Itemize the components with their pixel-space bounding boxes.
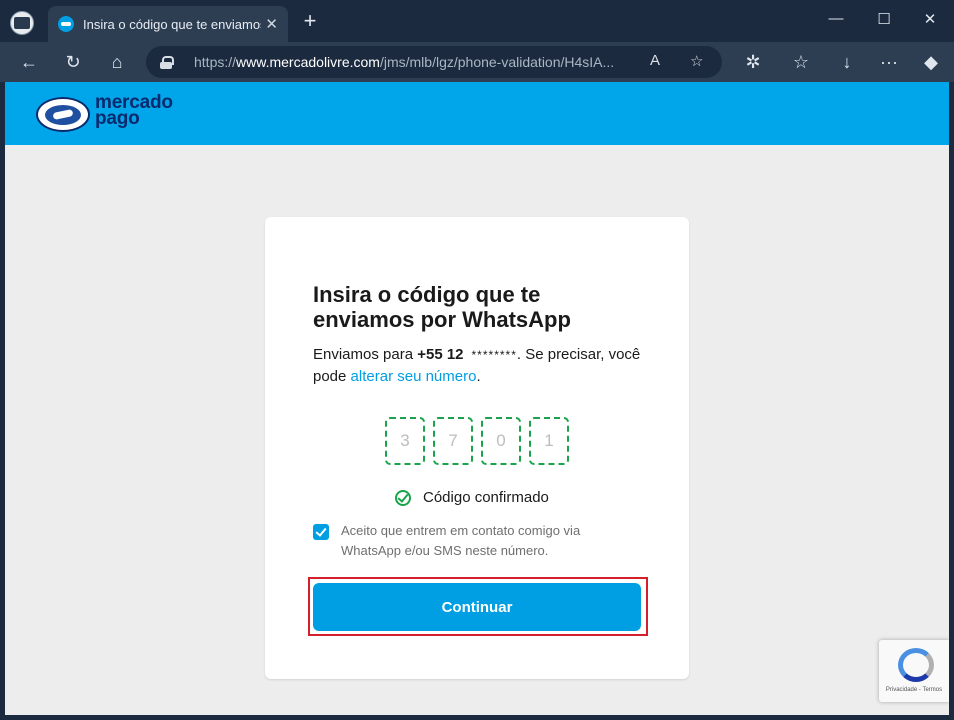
confirmed-text: Código confirmado	[423, 489, 549, 506]
favorites-icon[interactable]: ☆	[788, 50, 814, 74]
phone-mask: ********	[471, 348, 517, 362]
mercadopago-logo-icon[interactable]	[36, 97, 90, 132]
profile-avatar[interactable]	[10, 11, 34, 35]
verification-card: Insira o código que te enviamos por What…	[265, 217, 689, 679]
code-inputs: 3 7 0 1	[385, 417, 569, 465]
consent-row: Aceito que entrem em contato comigo via …	[313, 521, 631, 561]
back-arrow-icon[interactable]: ←	[16, 50, 42, 74]
brand-name[interactable]: mercado pago	[95, 93, 173, 129]
code-digit-3[interactable]: 0	[481, 417, 521, 465]
site-header: mercado pago	[5, 82, 949, 145]
phone-prefix: +55 12	[417, 346, 464, 363]
description: Enviamos para +55 12 ********. Se precisa…	[313, 344, 653, 387]
maximize-icon[interactable]: ☐	[872, 10, 896, 28]
code-digit-2[interactable]: 7	[433, 417, 473, 465]
brand-line-2: pago	[95, 108, 140, 129]
new-tab-icon[interactable]: +	[298, 10, 322, 34]
refresh-icon[interactable]: ↻	[60, 50, 86, 74]
check-circle-icon	[395, 489, 411, 506]
mercadopago-favicon-icon	[58, 16, 74, 32]
home-icon[interactable]: ⌂	[104, 50, 130, 74]
page-viewport: mercado pago Insira o código que te envi…	[5, 82, 949, 715]
read-aloud-icon[interactable]: A	[650, 52, 660, 69]
page-title: Insira o código que te enviamos por What…	[313, 282, 571, 332]
extensions-icon[interactable]: ✲	[740, 50, 766, 74]
handshake-icon	[45, 104, 81, 125]
consent-checkbox[interactable]	[313, 524, 329, 540]
window-bottom-border	[0, 715, 954, 720]
close-window-icon[interactable]: ✕	[918, 10, 942, 28]
code-confirmed-status: Código confirmado	[395, 489, 549, 506]
consent-text: Aceito que entrem em contato comigo via …	[341, 523, 581, 558]
desc-suffix: .	[476, 368, 481, 385]
minimize-icon[interactable]: —	[824, 10, 848, 27]
tab-title: Insira o código que te enviamos por What…	[83, 16, 261, 32]
profile-icon	[14, 17, 30, 29]
change-number-link[interactable]: alterar seu número	[351, 368, 477, 385]
recaptcha-icon	[898, 648, 934, 682]
tab-close-icon[interactable]: ✕	[265, 15, 278, 33]
desc-prefix: Enviamos para	[313, 346, 418, 363]
code-digit-1[interactable]: 3	[385, 417, 425, 465]
code-digit-4[interactable]: 1	[529, 417, 569, 465]
copilot-icon[interactable]: ◆	[918, 50, 944, 74]
more-menu-icon[interactable]: ···	[876, 50, 902, 74]
favorite-star-icon[interactable]: ☆	[690, 52, 703, 70]
continue-button[interactable]: Continuar	[313, 583, 641, 631]
browser-tab[interactable]: Insira o código que te enviamos por What…	[48, 6, 288, 42]
address-bar[interactable]: https://www.mercadolivre.com/jms/mlb/lgz…	[146, 46, 722, 78]
browser-titlebar: Insira o código que te enviamos por What…	[0, 0, 954, 42]
lock-icon[interactable]	[160, 55, 174, 69]
downloads-icon[interactable]: ↓	[834, 50, 860, 74]
browser-navbar: ← ↻ ⌂ https://www.mercadolivre.com/jms/m…	[0, 42, 954, 82]
recaptcha-footer[interactable]: Privacidade - Termos	[879, 687, 949, 693]
recaptcha-badge[interactable]: Privacidade - Termos	[879, 640, 949, 702]
url-text: https://www.mercadolivre.com/jms/mlb/lgz…	[194, 54, 615, 70]
